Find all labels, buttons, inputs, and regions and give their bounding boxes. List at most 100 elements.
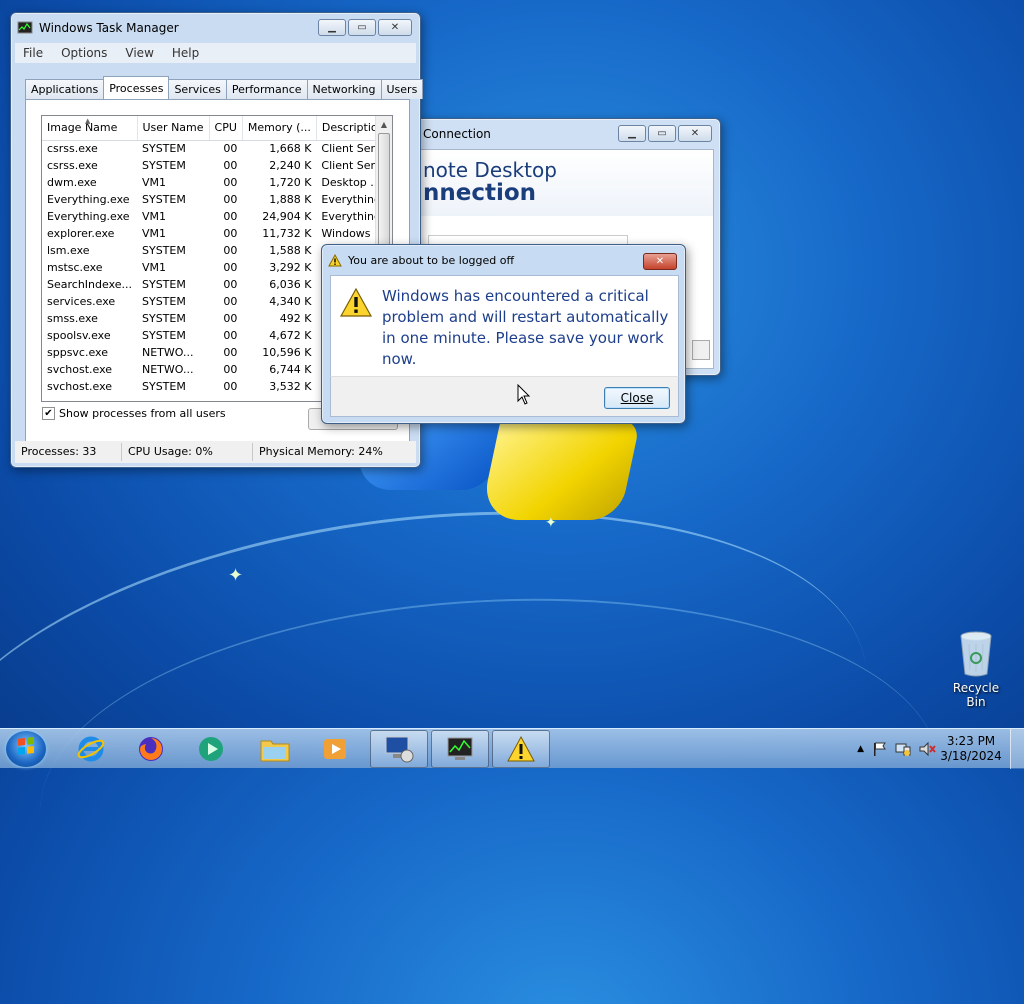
show-all-users-option[interactable]: ✔ Show processes from all users bbox=[42, 407, 226, 420]
table-row[interactable]: csrss.exe SYSTEM 00 2,240 K Client Ser... bbox=[42, 157, 390, 174]
menu-help[interactable]: Help bbox=[172, 46, 199, 60]
process-name: SearchIndexe... bbox=[47, 278, 132, 291]
taskbar: ▲ 3:23 PM 3/18/2024 bbox=[0, 728, 1024, 769]
process-cpu: 00 bbox=[223, 295, 238, 308]
volume-muted-icon[interactable] bbox=[918, 741, 936, 757]
process-name: Everything.exe bbox=[47, 210, 130, 223]
close-button[interactable]: Close bbox=[604, 387, 670, 409]
scroll-up-arrow-icon[interactable]: ▲ bbox=[376, 116, 392, 133]
column-user-name[interactable]: User Name bbox=[137, 116, 210, 141]
process-user: SYSTEM bbox=[142, 380, 186, 393]
tab-services[interactable]: Services bbox=[168, 79, 227, 99]
taskbar-firefox[interactable] bbox=[122, 730, 180, 768]
process-memory: 1,588 K bbox=[269, 244, 312, 257]
table-row[interactable]: explorer.exe VM1 00 11,732 K Windows ... bbox=[42, 225, 390, 242]
process-memory: 24,904 K bbox=[262, 210, 312, 223]
process-memory: 1,668 K bbox=[269, 142, 312, 156]
taskbar-internet-explorer[interactable] bbox=[62, 730, 120, 768]
show-desktop-button[interactable] bbox=[1010, 729, 1024, 769]
logoff-dialog[interactable]: You are about to be logged off ✕ Windows… bbox=[321, 244, 686, 424]
network-icon[interactable] bbox=[894, 741, 912, 757]
taskbar-file-explorer[interactable] bbox=[246, 730, 304, 768]
action-center-flag-icon[interactable] bbox=[872, 741, 888, 757]
process-memory: 11,732 K bbox=[262, 227, 312, 240]
dialog-titlebar[interactable]: You are about to be logged off bbox=[322, 245, 685, 275]
task-manager-icon bbox=[17, 21, 33, 34]
menu-view[interactable]: View bbox=[125, 46, 153, 60]
process-name: Everything.exe bbox=[47, 193, 130, 206]
firefox-icon bbox=[139, 737, 163, 761]
warning-icon bbox=[328, 253, 342, 266]
taskbar-remote-desktop[interactable] bbox=[370, 730, 428, 768]
rdc-minimize-button[interactable]: ▁ bbox=[618, 125, 646, 142]
task-manager-minimize-button[interactable]: ▁ bbox=[318, 19, 346, 36]
recycle-bin-label: Recycle Bin bbox=[952, 681, 1000, 709]
show-all-users-checkbox[interactable]: ✔ bbox=[42, 407, 55, 420]
warning-large-icon bbox=[340, 288, 372, 317]
process-memory: 4,672 K bbox=[269, 329, 312, 342]
menu-bar: File Options View Help bbox=[15, 43, 416, 63]
clock[interactable]: 3:23 PM 3/18/2024 bbox=[936, 734, 1006, 764]
table-row[interactable]: Everything.exe SYSTEM 00 1,888 K Everything bbox=[42, 191, 390, 208]
windows-media-icon bbox=[324, 739, 346, 759]
task-manager-taskbar-icon bbox=[447, 737, 473, 760]
taskbar-media-player[interactable] bbox=[306, 730, 364, 768]
process-memory: 2,240 K bbox=[269, 159, 312, 172]
tab-processes[interactable]: Processes bbox=[103, 76, 170, 99]
column-memory[interactable]: Memory (... bbox=[242, 116, 317, 141]
process-name: csrss.exe bbox=[47, 142, 98, 156]
rdc-banner-line1: note Desktop bbox=[423, 158, 557, 182]
process-name: smss.exe bbox=[47, 312, 98, 325]
process-user: SYSTEM bbox=[142, 329, 186, 342]
taskbar-media-app[interactable] bbox=[182, 730, 240, 768]
task-manager-maximize-button[interactable]: ▭ bbox=[348, 19, 376, 36]
start-button[interactable] bbox=[6, 731, 46, 767]
table-row[interactable]: csrss.exe SYSTEM 00 1,668 K Client Ser... bbox=[42, 140, 390, 157]
process-cpu: 00 bbox=[223, 278, 238, 291]
taskbar-warning-dialog[interactable] bbox=[492, 730, 550, 768]
process-name: lsm.exe bbox=[47, 244, 90, 257]
show-all-users-label: Show processes from all users bbox=[59, 407, 226, 420]
process-name: dwm.exe bbox=[47, 176, 97, 189]
process-user: SYSTEM bbox=[142, 312, 186, 325]
rdc-close-button[interactable]: ✕ bbox=[678, 125, 712, 142]
menu-file[interactable]: File bbox=[23, 46, 43, 60]
dialog-title: You are about to be logged off bbox=[348, 253, 515, 267]
column-cpu[interactable]: CPU bbox=[209, 116, 243, 141]
process-cpu: 00 bbox=[223, 193, 238, 206]
clock-date: 3/18/2024 bbox=[940, 749, 1002, 763]
process-user: SYSTEM bbox=[142, 295, 186, 308]
process-user: SYSTEM bbox=[142, 244, 186, 257]
recycle-bin-icon bbox=[960, 631, 992, 677]
rdc-maximize-button[interactable]: ▭ bbox=[648, 125, 676, 142]
show-hidden-icons-icon[interactable]: ▲ bbox=[857, 744, 864, 754]
dialog-footer: Close bbox=[330, 376, 679, 417]
process-memory: 1,888 K bbox=[269, 193, 312, 206]
table-row[interactable]: dwm.exe VM1 00 1,720 K Desktop ... bbox=[42, 174, 390, 191]
remote-desktop-icon bbox=[385, 736, 414, 763]
mouse-cursor-icon bbox=[517, 384, 531, 405]
process-name: spoolsv.exe bbox=[47, 329, 111, 342]
table-row[interactable]: Everything.exe VM1 00 24,904 K Everything bbox=[42, 208, 390, 225]
wallpaper-sparkle: ✦ bbox=[545, 515, 557, 531]
taskbar-task-manager[interactable] bbox=[431, 730, 489, 768]
tab-networking[interactable]: Networking bbox=[306, 79, 382, 99]
task-manager-close-button[interactable]: ✕ bbox=[378, 19, 412, 36]
scrollbar-thumb[interactable] bbox=[378, 133, 390, 253]
process-cpu: 00 bbox=[223, 244, 238, 257]
process-memory: 492 K bbox=[279, 312, 312, 325]
process-user: VM1 bbox=[142, 176, 167, 189]
recycle-bin[interactable]: Recycle Bin bbox=[942, 630, 1010, 709]
dialog-close-icon[interactable]: ✕ bbox=[643, 253, 677, 270]
rdc-button[interactable] bbox=[692, 340, 710, 360]
tab-applications[interactable]: Applications bbox=[25, 79, 105, 99]
internet-explorer-icon bbox=[77, 736, 105, 762]
tab-performance[interactable]: Performance bbox=[225, 79, 308, 99]
windows-logo-icon bbox=[18, 737, 34, 755]
tab-users[interactable]: Users bbox=[380, 79, 424, 99]
warning-taskbar-icon bbox=[507, 735, 535, 762]
menu-options[interactable]: Options bbox=[61, 46, 107, 60]
process-user: SYSTEM bbox=[142, 159, 186, 172]
process-cpu: 00 bbox=[223, 346, 238, 359]
process-cpu: 00 bbox=[223, 261, 238, 274]
